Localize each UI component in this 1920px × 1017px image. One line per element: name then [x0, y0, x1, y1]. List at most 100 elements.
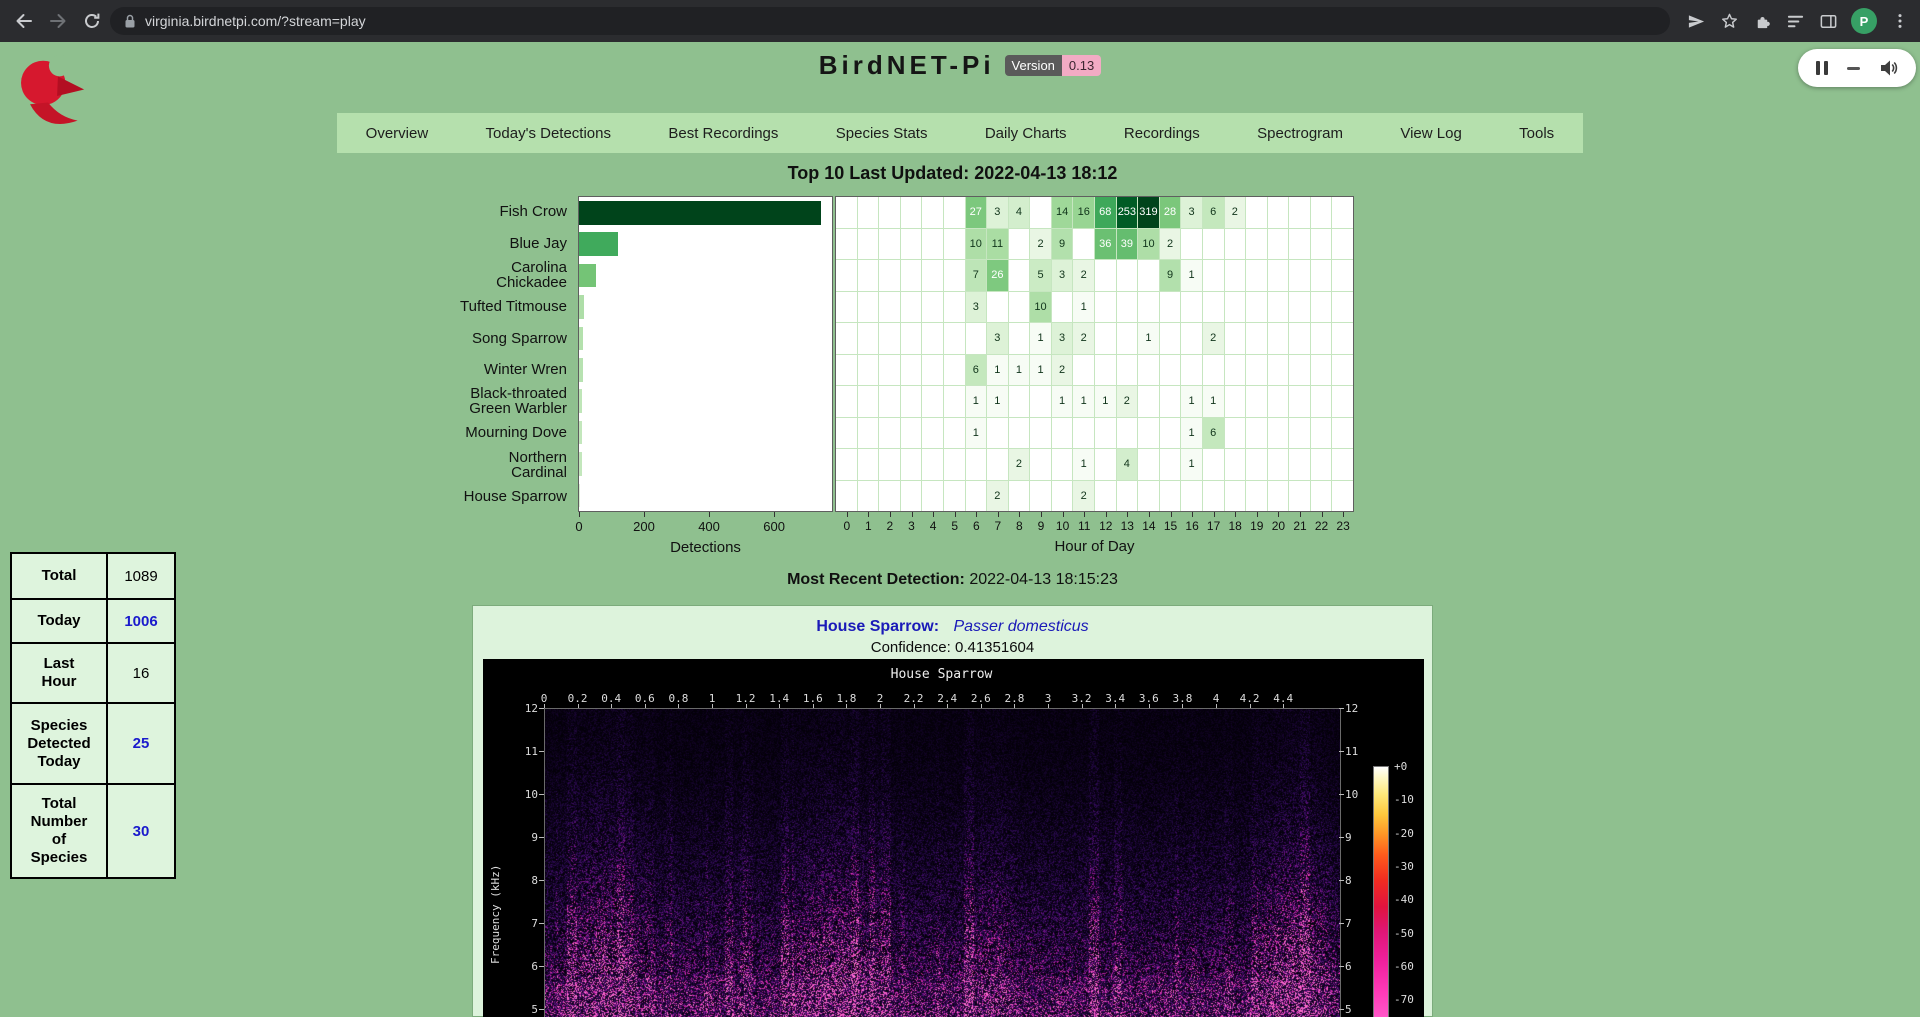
species-tick-label: Winter Wren — [432, 354, 572, 386]
axis-tick — [1343, 512, 1344, 517]
nav-item-recordings[interactable]: Recordings — [1118, 125, 1206, 142]
nav-item-species-stats[interactable]: Species Stats — [830, 125, 934, 142]
hour-tick-label: 5 — [943, 519, 967, 533]
hour-tick-label: 9 — [1029, 519, 1053, 533]
spectrogram-ylabel: Frequency (kHz) — [489, 865, 502, 964]
colorbar-tick-label: -30 — [1394, 860, 1424, 873]
scientific-name-link[interactable]: Passer domesticus — [953, 618, 1088, 635]
axis-tick — [1250, 704, 1251, 708]
hour-tick-label: 14 — [1137, 519, 1161, 533]
hour-tick-label: 20 — [1266, 519, 1290, 533]
volume-icon[interactable] — [1878, 58, 1898, 78]
heatmap-cell — [879, 260, 900, 291]
nav-item-today-s-detections[interactable]: Today's Detections — [480, 125, 617, 142]
stat-value[interactable]: 25 — [107, 703, 175, 784]
heatmap-cell: 1 — [1052, 386, 1073, 417]
axis-tick — [1235, 512, 1236, 517]
heatmap-cell — [858, 481, 879, 512]
heatmap-cell — [1181, 229, 1202, 260]
species-link[interactable]: House Sparrow: — [816, 618, 939, 635]
axis-tick — [868, 512, 869, 517]
side-panel-icon[interactable] — [1818, 11, 1838, 31]
heatmap-cell — [1311, 229, 1332, 260]
heatmap-cell: 3 — [1052, 260, 1073, 291]
heatmap-cell — [1052, 418, 1073, 449]
lock-icon — [124, 14, 136, 29]
hour-tick-label: 1 — [856, 519, 880, 533]
heatmap-cell — [922, 260, 943, 291]
reading-list-icon[interactable] — [1785, 11, 1805, 31]
address-bar[interactable]: virginia.birdnetpi.com/?stream=play — [110, 7, 1670, 35]
nav-item-spectrogram[interactable]: Spectrogram — [1251, 125, 1349, 142]
stats-row: Last Hour16 — [11, 643, 175, 703]
nav-item-view-log[interactable]: View Log — [1394, 125, 1467, 142]
heatmap-cell — [858, 229, 879, 260]
heatmap-cell: 1 — [987, 386, 1008, 417]
send-to-device-icon[interactable] — [1686, 11, 1706, 31]
stat-value[interactable]: 30 — [107, 784, 175, 878]
heatmap-cell — [879, 292, 900, 323]
heatmap-cell — [1268, 292, 1289, 323]
heatmap-cell — [836, 386, 857, 417]
heatmap-cell — [1311, 449, 1332, 480]
heatmap-cell — [922, 449, 943, 480]
nav-item-overview[interactable]: Overview — [360, 125, 435, 142]
page-body: BirdNET-Pi Version 0.13 OverviewToday's … — [0, 42, 1920, 1017]
heatmap-cell — [836, 418, 857, 449]
forward-icon[interactable] — [42, 5, 74, 37]
heatmap-cell — [1289, 418, 1310, 449]
live-stream-audio-player — [1798, 49, 1916, 87]
browser-menu-icon[interactable] — [1890, 11, 1910, 31]
back-icon[interactable] — [8, 5, 40, 37]
heatmap-cell: 11 — [987, 229, 1008, 260]
heatmap-cell: 1 — [1138, 323, 1159, 354]
heatmap-cell: 2 — [1073, 481, 1094, 512]
heatmap-cell — [1246, 260, 1267, 291]
species-tick-label: Carolina Chickadee — [432, 259, 572, 291]
axis-tick — [813, 704, 814, 708]
colorbar-tick-label: -20 — [1394, 827, 1424, 840]
axis-tick — [539, 794, 544, 795]
heatmap-cell — [1225, 386, 1246, 417]
heatmap-cell — [1289, 292, 1310, 323]
seek-bar[interactable] — [1847, 67, 1860, 70]
heatmap-cell: 16 — [1073, 197, 1094, 228]
heatmap-cell: 6 — [1203, 197, 1224, 228]
heatmap-cell — [1160, 323, 1181, 354]
heatmap-cell — [901, 323, 922, 354]
nav-item-tools[interactable]: Tools — [1513, 125, 1560, 142]
heatmap-cell — [1289, 481, 1310, 512]
reload-icon[interactable] — [76, 5, 108, 37]
heatmap-cell: 10 — [966, 229, 987, 260]
detections-bar — [579, 264, 596, 288]
detections-bar — [579, 327, 583, 351]
heatmap-cell — [901, 197, 922, 228]
heatmap-cell: 6 — [966, 355, 987, 386]
stat-value[interactable]: 1006 — [107, 599, 175, 643]
heatmap-cell — [1030, 418, 1051, 449]
heatmap-cell — [1311, 197, 1332, 228]
hour-tick-label: 4 — [921, 519, 945, 533]
heatmap-cell — [1073, 355, 1094, 386]
extensions-icon[interactable] — [1752, 11, 1772, 31]
axis-tick — [1339, 966, 1344, 967]
heatmap-cell — [1332, 481, 1353, 512]
confidence-text: Confidence: 0.41351604 — [473, 639, 1432, 656]
heatmap-cell — [858, 323, 879, 354]
species-tick-label: Fish Crow — [432, 196, 572, 228]
nav-item-best-recordings[interactable]: Best Recordings — [662, 125, 784, 142]
screen: virginia.birdnetpi.com/?stream=play P — [0, 0, 1920, 1017]
heatmap-cell: 3 — [1052, 323, 1073, 354]
nav-item-daily-charts[interactable]: Daily Charts — [979, 125, 1073, 142]
heatmap-cell — [1181, 355, 1202, 386]
profile-avatar[interactable]: P — [1851, 8, 1877, 34]
heatmap-cell: 2 — [1009, 449, 1030, 480]
bookmark-star-icon[interactable] — [1719, 11, 1739, 31]
heatmap-cell — [1160, 449, 1181, 480]
bar-xaxis-label: Detections — [578, 539, 833, 556]
heatmap-cell — [1311, 323, 1332, 354]
pause-button[interactable] — [1816, 61, 1828, 75]
heatmap-cell — [1009, 481, 1030, 512]
hour-tick-label: 15 — [1159, 519, 1183, 533]
heatmap-cell — [1095, 418, 1116, 449]
